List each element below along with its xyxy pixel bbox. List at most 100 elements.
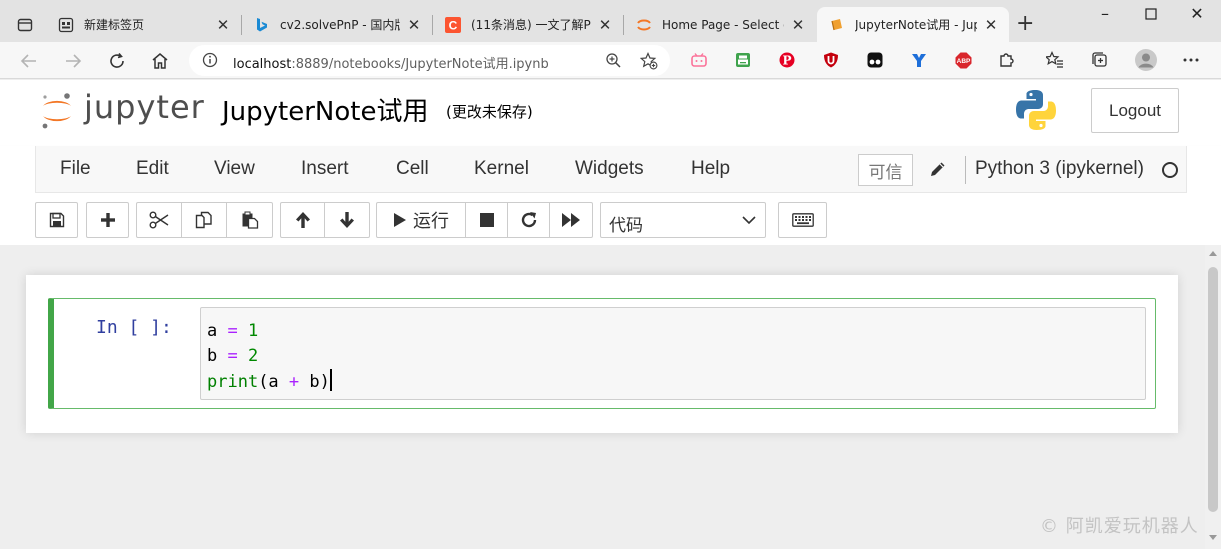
adblock-plus-icon[interactable]: ABP xyxy=(954,51,972,69)
scroll-down-icon[interactable] xyxy=(1209,535,1217,540)
tab-label: cv2.solvePnP - 国内版 Bing xyxy=(280,18,400,32)
url-bar[interactable]: localhost:8889/notebooks/JupyterNote试用.i… xyxy=(189,45,670,76)
code-line: a = 1 xyxy=(207,321,259,341)
chevron-down-icon xyxy=(741,212,757,232)
more-menu-icon[interactable] xyxy=(1182,51,1200,69)
kernel-status-icon xyxy=(1162,162,1178,178)
refresh-icon[interactable] xyxy=(104,48,130,74)
ublock-icon[interactable] xyxy=(822,51,840,69)
browser-tab-strip: 新建标签页 ✕ cv2.solvePnP - 国内版 Bing ✕ C (11条… xyxy=(0,0,1221,42)
interrupt-button[interactable] xyxy=(466,203,508,237)
tab-actions-icon[interactable] xyxy=(12,12,38,38)
site-info-icon[interactable] xyxy=(202,52,218,72)
printer-extension-icon[interactable] xyxy=(734,51,752,69)
paste-button[interactable] xyxy=(227,203,272,237)
minimize-icon[interactable]: – xyxy=(1090,4,1120,23)
pinterest-icon[interactable]: P xyxy=(778,51,796,69)
keyboard-group xyxy=(778,202,827,238)
kernel-name[interactable]: Python 3 (ipykernel) xyxy=(975,158,1144,180)
new-tab-page-icon xyxy=(58,17,74,33)
bing-icon xyxy=(254,17,270,33)
svg-text:ABP: ABP xyxy=(956,58,970,65)
restart-run-all-button[interactable] xyxy=(550,203,592,237)
menu-widgets[interactable]: Widgets xyxy=(575,158,644,180)
logout-button[interactable]: Logout xyxy=(1091,88,1179,133)
arrow-down-icon xyxy=(340,212,354,228)
command-palette-button[interactable] xyxy=(779,203,826,237)
code-cell[interactable]: In [ ]: a = 1 b = 2 print(a + b) xyxy=(48,298,1156,409)
menu-insert[interactable]: Insert xyxy=(301,158,349,180)
home-icon[interactable] xyxy=(147,48,173,74)
svg-text:P: P xyxy=(782,53,791,67)
menu-cell[interactable]: Cell xyxy=(396,158,429,180)
restart-button[interactable] xyxy=(508,203,550,237)
tab-label: JupyterNote试用 - Jupyter xyxy=(855,18,977,32)
jupyter-logo-icon[interactable] xyxy=(40,89,74,131)
add-favorite-icon[interactable] xyxy=(639,52,658,74)
window-close-icon[interactable]: ✕ xyxy=(1182,4,1212,23)
close-tab-icon[interactable]: ✕ xyxy=(215,16,231,34)
new-tab-button[interactable]: + xyxy=(1016,12,1034,36)
scroll-up-icon[interactable] xyxy=(1209,251,1217,256)
bilibili-extension-icon[interactable] xyxy=(690,51,708,69)
menu-file[interactable]: File xyxy=(60,158,91,180)
arrow-up-icon xyxy=(295,212,310,228)
menu-view[interactable]: View xyxy=(214,158,255,180)
tab-label: 新建标签页 xyxy=(84,18,145,32)
move-up-button[interactable] xyxy=(281,203,325,237)
csdn-icon: C xyxy=(445,16,461,33)
copy-button[interactable] xyxy=(182,203,227,237)
cut-button[interactable] xyxy=(137,203,182,237)
cell-type-select[interactable]: 代码 xyxy=(600,202,766,238)
tampermonkey-icon[interactable] xyxy=(866,51,884,69)
browser-tab[interactable]: 新建标签页 ✕ xyxy=(46,7,241,42)
notebook-title[interactable]: JupyterNote试用 xyxy=(222,91,428,128)
url-text[interactable]: localhost:8889/notebooks/JupyterNote试用.i… xyxy=(233,53,549,72)
insert-cell-button[interactable] xyxy=(87,203,128,237)
browser-tab[interactable]: Home Page - Select or c ✕ xyxy=(624,7,816,42)
move-group xyxy=(280,202,370,238)
run-label: 运行 xyxy=(413,211,449,232)
close-tab-icon[interactable]: ✕ xyxy=(406,16,422,34)
menu-edit[interactable]: Edit xyxy=(136,158,169,180)
close-tab-icon[interactable]: ✕ xyxy=(597,16,613,34)
close-tab-icon[interactable]: ✕ xyxy=(983,16,999,34)
profile-avatar-icon[interactable] xyxy=(1134,48,1158,72)
move-down-button[interactable] xyxy=(325,203,369,237)
browser-tab[interactable]: C (11条消息) 一文了解PnP ✕ xyxy=(433,7,623,42)
fast-forward-icon xyxy=(562,213,580,227)
menu-help[interactable]: Help xyxy=(691,158,730,180)
plus-icon xyxy=(100,213,115,227)
scrollbar-thumb[interactable] xyxy=(1208,267,1218,512)
jupyter-wordmark[interactable]: jupyter xyxy=(84,88,205,126)
scissors-icon xyxy=(149,211,169,229)
back-icon[interactable] xyxy=(16,48,42,74)
address-bar-row: localhost:8889/notebooks/JupyterNote试用.i… xyxy=(0,42,1221,79)
browser-tab[interactable]: cv2.solvePnP - 国内版 Bing ✕ xyxy=(242,7,432,42)
zoom-icon[interactable] xyxy=(605,52,622,73)
menu-kernel[interactable]: Kernel xyxy=(474,158,529,180)
extensions-icon[interactable] xyxy=(998,51,1016,69)
trusted-indicator[interactable]: 可信 xyxy=(858,154,913,186)
pencil-icon[interactable] xyxy=(929,160,947,182)
close-tab-icon[interactable]: ✕ xyxy=(790,16,806,34)
collections-icon[interactable] xyxy=(1090,51,1108,69)
maximize-icon[interactable] xyxy=(1136,4,1166,24)
forward-icon[interactable] xyxy=(60,48,86,74)
copy-icon xyxy=(195,211,212,229)
python-logo-icon xyxy=(1016,90,1056,130)
page-scrollbar[interactable] xyxy=(1205,245,1221,549)
favorites-icon[interactable] xyxy=(1046,51,1064,69)
code-editor[interactable]: a = 1 b = 2 print(a + b) xyxy=(200,307,1146,400)
input-prompt: In [ ]: xyxy=(96,317,172,338)
browser-tab-active[interactable]: JupyterNote试用 - Jupyter ✕ xyxy=(817,7,1009,42)
tab-label: Home Page - Select or c xyxy=(662,17,784,32)
y-extension-icon[interactable] xyxy=(910,51,928,69)
run-button[interactable]: 运行 xyxy=(377,203,466,237)
notebook-area: In [ ]: a = 1 b = 2 print(a + b) xyxy=(0,245,1205,549)
jupyter-header: jupyter JupyterNote试用 (更改未保存) Logout xyxy=(0,80,1221,146)
kernel-divider xyxy=(965,156,966,184)
cell-type-value: 代码 xyxy=(609,216,643,236)
keyboard-icon xyxy=(791,213,814,227)
save-button[interactable] xyxy=(36,203,77,237)
